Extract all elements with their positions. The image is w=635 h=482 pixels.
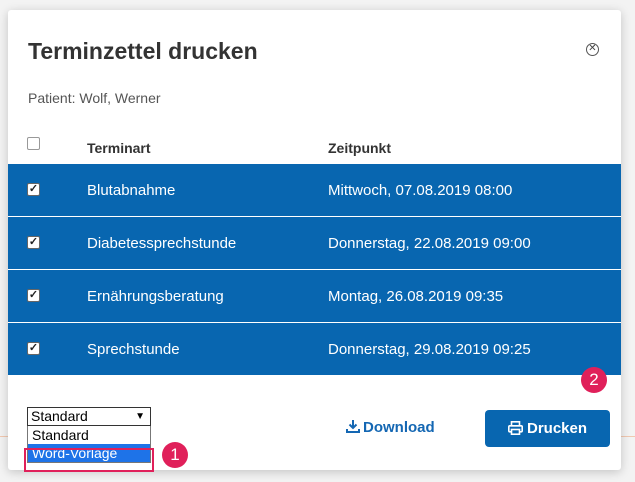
row-checkbox[interactable]: ✓	[27, 289, 40, 302]
table-row[interactable]: ✓ Diabetessprechstunde Donnerstag, 22.08…	[8, 217, 621, 270]
table-row[interactable]: ✓ Ernährungsberatung Montag, 26.08.2019 …	[8, 270, 621, 323]
table-row[interactable]: ✓ Blutabnahme Mittwoch, 07.08.2019 08:00	[8, 164, 621, 217]
column-header-type: Terminart	[87, 140, 151, 156]
table-row[interactable]: ✓ Sprechstunde Donnerstag, 29.08.2019 09…	[8, 323, 621, 376]
appointments-table: Terminart Zeitpunkt ✓ Blutabnahme Mittwo…	[8, 130, 621, 376]
print-dialog: Terminzettel drucken ✕ Patient: Wolf, We…	[8, 10, 621, 470]
select-all-checkbox[interactable]	[27, 137, 40, 150]
row-time: Donnerstag, 29.08.2019 09:25	[328, 341, 531, 358]
template-select-value: Standard	[31, 408, 88, 424]
row-checkbox[interactable]: ✓	[27, 342, 40, 355]
row-time: Montag, 26.08.2019 09:35	[328, 288, 504, 305]
row-time: Donnerstag, 22.08.2019 09:00	[328, 235, 531, 252]
row-time: Mittwoch, 07.08.2019 08:00	[328, 182, 513, 199]
row-checkbox[interactable]: ✓	[27, 236, 40, 249]
option-standard[interactable]: Standard	[28, 426, 150, 444]
row-type: Diabetessprechstunde	[87, 235, 237, 252]
annotation-badge-2: 2	[581, 367, 607, 393]
row-type: Blutabnahme	[87, 182, 176, 199]
row-type: Ernährungsberatung	[87, 288, 224, 305]
close-icon[interactable]: ✕	[586, 43, 599, 56]
print-label: Drucken	[526, 420, 588, 437]
download-icon	[346, 420, 360, 433]
row-checkbox[interactable]: ✓	[27, 183, 40, 196]
row-type: Sprechstunde	[87, 341, 180, 358]
download-link[interactable]: Download	[346, 419, 435, 436]
annotation-badge-1: 1	[162, 442, 188, 468]
table-header: Terminart Zeitpunkt	[8, 130, 621, 164]
column-header-time: Zeitpunkt	[328, 140, 391, 156]
patient-label: Patient: Wolf, Werner	[28, 90, 161, 106]
printer-icon	[507, 421, 523, 435]
download-label: Download	[363, 419, 435, 436]
annotation-highlight	[24, 448, 154, 472]
print-button[interactable]: Drucken	[485, 410, 610, 447]
dialog-title: Terminzettel drucken	[28, 38, 258, 64]
template-select[interactable]: Standard ▼	[27, 407, 151, 426]
dropdown-arrow-icon: ▼	[135, 411, 145, 422]
